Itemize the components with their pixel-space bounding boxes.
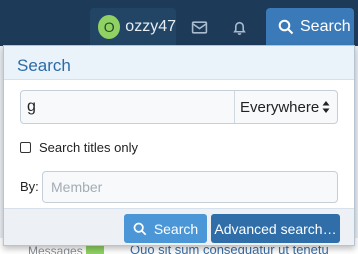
member-input[interactable] [42,171,338,203]
search-dropdown: Search Everywhere Search titles only By:… [3,45,355,246]
keyword-input-group: Everywhere [20,90,338,124]
advanced-search-button[interactable]: Advanced search… [211,214,340,243]
by-member-label: By: [20,179,39,194]
titles-only-label[interactable]: Search titles only [39,140,138,155]
search-submit-label: Search [153,220,199,237]
search-dropdown-header: Search [4,46,354,80]
search-tab[interactable]: Search [266,8,354,46]
inbox-button[interactable] [181,8,217,46]
search-dropdown-title: Search [17,56,71,75]
search-scope-value: Everywhere [240,98,320,116]
envelope-icon [191,20,207,34]
alerts-button[interactable] [221,8,257,46]
username: ozzy47 [125,18,176,35]
account-link[interactable]: O ozzy47 [90,8,176,46]
titles-only-option[interactable]: Search titles only [20,140,138,155]
search-icon [278,19,294,35]
search-scope-select[interactable]: Everywhere [235,91,337,123]
select-arrows-icon [322,101,330,113]
search-submit-button[interactable]: Search [124,214,207,243]
search-icon [133,222,147,235]
bell-icon [232,21,246,35]
search-tab-label: Search [300,18,351,35]
titles-only-checkbox[interactable] [20,142,31,153]
keywords-input[interactable] [21,91,235,123]
top-nav-bar: O ozzy47 Search [0,0,358,46]
avatar: O [98,15,121,39]
advanced-search-label: Advanced search… [214,220,337,237]
